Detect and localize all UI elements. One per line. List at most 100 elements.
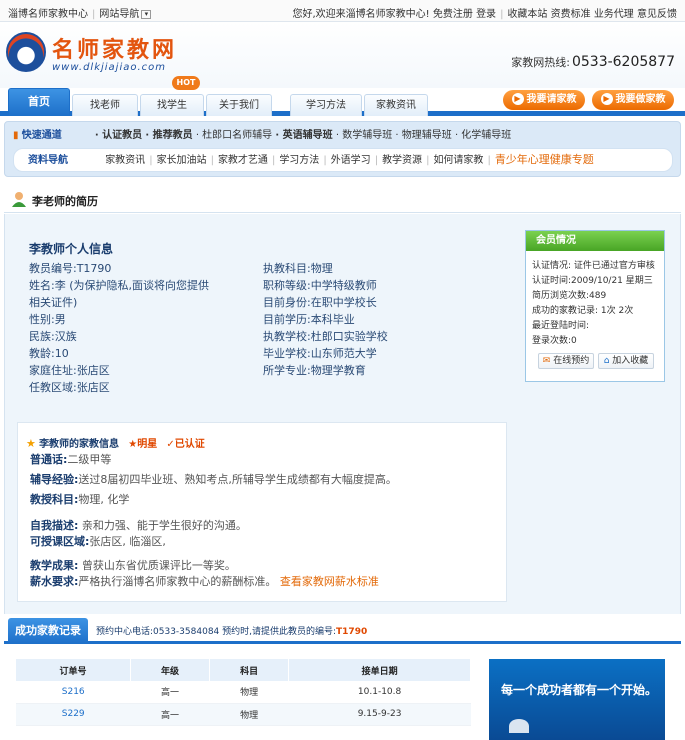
info-line: 教龄:10 (29, 347, 69, 360)
subject-cell: 物理 (209, 703, 289, 726)
experience-label: 辅导经验: (30, 473, 79, 486)
pricing-link[interactable]: 资费标准 (551, 9, 591, 20)
arrow-right-icon: ▶ (600, 93, 613, 105)
table-row: S216 高一 物理 10.1-10.8 (16, 681, 471, 704)
col-subject: 科目 (209, 659, 290, 681)
tab-home[interactable]: 首页 (8, 88, 70, 116)
tab-about[interactable]: 关于我们 (206, 94, 272, 116)
salary-standard-link[interactable]: 查看家教网薪水标准 (280, 575, 379, 588)
tab-find-student[interactable]: 找学生 (140, 94, 204, 116)
logo-emblem-icon[interactable] (6, 32, 46, 72)
quick-channel-row: ▮ 快速通道 · 认证教员 · 推荐教员 · 杜郎口名师辅导 · 英语辅导班 ·… (13, 126, 673, 144)
hot-badge: HOT (172, 76, 200, 90)
member-line: 简历浏览次数:489 (532, 291, 607, 301)
resume-title: 李老师的简历 (32, 195, 98, 208)
member-line: 认证情况: 证件已通过官方审核 (532, 261, 655, 271)
tutoring-info-title: 李教师的家教信息 (39, 439, 120, 450)
quick-channel-label: 快速通道 (21, 130, 62, 141)
grade-cell: 高一 (130, 681, 210, 704)
col-date: 接单日期 (288, 659, 471, 681)
logo-url: www.dlkjiajiao.com (52, 62, 167, 73)
runner-figure-icon (509, 719, 529, 733)
online-booking-button[interactable]: ✉ 在线预约 (538, 353, 594, 369)
add-favorite-button[interactable]: ⌂ 加入收藏 (598, 353, 654, 369)
tab-study-methods[interactable]: 学习方法 (290, 94, 362, 116)
star-teacher-badge: ★明星 (128, 439, 158, 450)
personal-info-title: 李教师个人信息 (29, 242, 114, 256)
nav-english-class[interactable]: · 英语辅导班 (275, 130, 332, 141)
info-line: 执教科目:物理 (263, 262, 333, 275)
member-status-title: 会员情况 (526, 231, 664, 251)
info-line: 职称等级:中学特级教师 (263, 279, 377, 292)
hotline-label: 家教网热线: (511, 56, 570, 69)
info-line: 民族:汉族 (29, 330, 77, 343)
nav-news[interactable]: 家教资讯 (105, 155, 145, 166)
info-line: 性别:男 (29, 313, 66, 326)
area-value: 张店区, 临淄区, (89, 535, 166, 548)
nav-resources[interactable]: 教学资源 (382, 155, 422, 166)
info-line: 所学专业:物理学教育 (263, 364, 366, 377)
mail-icon: ✉ (542, 356, 551, 366)
subjects-value: 物理, 化学 (78, 493, 130, 506)
nav-physics-class[interactable]: · 物理辅导班 (395, 130, 451, 141)
nav-how-to-hire[interactable]: 如何请家教 (433, 155, 483, 166)
member-status-box: 会员情况 认证情况: 证件已通过官方审核 认证时间:2009/10/21 星期三… (525, 230, 665, 382)
info-line: 姓名:李 (为保护隐私,面谈将向您提供 (29, 279, 209, 292)
sub-nav: ▮ 快速通道 · 认证教员 · 推荐教员 · 杜郎口名师辅导 · 英语辅导班 ·… (4, 121, 681, 177)
register-link[interactable]: 免费注册 (433, 9, 473, 20)
nav-math-class[interactable]: · 数学辅导班 (336, 130, 392, 141)
mandarin-value: 二级甲等 (67, 453, 112, 466)
order-id-cell[interactable]: S229 (16, 703, 131, 726)
tab-find-teacher[interactable]: 找老师 (72, 94, 138, 116)
hotline: 家教网热线: 0533-6205877 (511, 54, 675, 70)
resume-section-header: 李老师的简历 (4, 185, 681, 213)
site-name-link[interactable]: 淄博名师家教中心 (8, 9, 88, 20)
logo-title[interactable]: 名师家教网 (52, 32, 177, 64)
info-line: 家庭住址:张店区 (29, 364, 110, 377)
info-line: 目前学历:本科毕业 (263, 313, 355, 326)
hotline-number: 0533-6205877 (571, 54, 675, 70)
star-icon: ★ (26, 437, 36, 450)
nav-certified-teachers[interactable]: · 认证教员 (95, 130, 142, 141)
nav-chemistry-class[interactable]: · 化学辅导班 (455, 130, 511, 141)
nav-foreign-lang[interactable]: 外语学习 (331, 155, 371, 166)
info-line: 目前身份:在职中学校长 (263, 296, 377, 309)
agent-link[interactable]: 业务代理 (594, 9, 634, 20)
subjects-label: 教授科目: (30, 493, 79, 506)
nav-parents[interactable]: 家长加油站 (157, 155, 207, 166)
favorite-icon: ⌂ (603, 356, 610, 366)
tab-success-records[interactable]: 成功家教记录 (8, 618, 88, 644)
member-line: 认证时间:2009/10/21 星期三 (532, 276, 653, 286)
be-tutor-label: 我要做家教 (615, 94, 666, 105)
achievement-value: 曾获山东省优质课评比一等奖。 (81, 559, 236, 572)
tutoring-info-box: ★ 李教师的家教信息 ★明星 ✓已认证 普通话:二级甲等 辅导经验:送过8届初四… (17, 422, 507, 602)
hire-tutor-button[interactable]: ▶ 我要请家教 (503, 90, 585, 110)
subject-cell: 物理 (209, 681, 289, 704)
order-id-cell[interactable]: S216 (16, 681, 131, 704)
experience-value: 送过8届初四毕业班、熟知考点,所辅导学生成绩都有大幅度提高。 (78, 473, 397, 486)
nav-talents[interactable]: 家教才艺通 (218, 155, 268, 166)
login-link[interactable]: 登录 (476, 9, 496, 20)
nav-recommended-teachers[interactable]: · 推荐教员 (145, 130, 192, 141)
nav-dulangkou-tutoring[interactable]: · 杜郎口名师辅导 (196, 130, 272, 141)
success-records-header: 成功家教记录 预约中心电话:0533-3584084 预约时,请提供此教员的编号… (4, 614, 681, 644)
top-bar: 淄博名师家教中心 | 网站导航 ▾ 您好,欢迎来淄博名师家教中心! 免费注册 登录 | 收… (0, 0, 685, 22)
tab-tutoring-news[interactable]: 家教资讯 (364, 94, 428, 116)
bookmark-link[interactable]: 收藏本站 (507, 9, 547, 20)
site-nav-link[interactable]: 网站导航 (99, 9, 139, 20)
mandarin-label: 普通话: (30, 453, 68, 466)
date-cell: 10.1-10.8 (288, 681, 471, 704)
verified-badge: ✓已认证 (166, 439, 205, 450)
welcome-text: 您好,欢迎来淄博名师家教中心! (292, 9, 430, 20)
nav-methods[interactable]: 学习方法 (279, 155, 319, 166)
be-tutor-button[interactable]: ▶ 我要做家教 (592, 90, 674, 110)
achievement-label: 教学成果: (30, 559, 79, 572)
promo-banner[interactable]: 每一个成功者都有一个开始。 (489, 659, 665, 740)
banner-text: 每一个成功者都有一个开始。 (501, 683, 658, 697)
nav-youth-mental-health[interactable]: 青少年心理健康专题 (495, 153, 594, 166)
feedback-link[interactable]: 意见反馈 (637, 9, 677, 20)
salary-value: 严格执行淄博名师家教中心的薪酬标准。 (78, 575, 277, 588)
person-icon (12, 192, 26, 207)
info-line: 毕业学校:山东师范大学 (263, 347, 377, 360)
chevron-down-icon[interactable]: ▾ (141, 9, 152, 19)
